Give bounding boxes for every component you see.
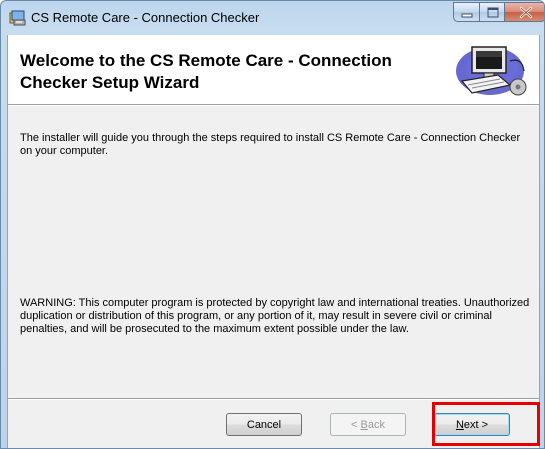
maximize-icon (487, 7, 499, 18)
minimize-icon (461, 13, 473, 18)
next-label-rest: ext > (463, 418, 489, 431)
close-button[interactable] (504, 2, 544, 22)
window-title: CS Remote Care - Connection Checker (31, 10, 260, 25)
installer-app-icon (9, 10, 26, 26)
cancel-button[interactable]: Cancel (226, 413, 302, 436)
close-icon (519, 6, 533, 19)
wizard-banner: Welcome to the CS Remote Care - Connecti… (8, 35, 539, 105)
maximize-button[interactable] (479, 2, 505, 22)
copyright-warning: WARNING: This computer program is protec… (20, 297, 530, 335)
back-button[interactable]: < Back (330, 413, 406, 436)
wizard-heading: Welcome to the CS Remote Care - Connecti… (20, 51, 392, 92)
back-prefix: < (351, 418, 361, 431)
intro-text: The installer will guide you through the… (20, 132, 521, 157)
installer-window: CS Remote Care - Connection Checker Welc… (0, 0, 545, 449)
back-accelerator: B (360, 418, 368, 431)
next-button[interactable]: Next > (434, 413, 510, 436)
button-separator (8, 398, 539, 400)
next-accelerator: N (455, 418, 464, 431)
title-bar[interactable]: CS Remote Care - Connection Checker (1, 1, 544, 35)
computer-setup-icon (456, 46, 527, 96)
minimize-button[interactable] (453, 2, 480, 22)
back-label-rest: ack (367, 418, 385, 431)
cancel-label: Cancel (246, 418, 282, 431)
wizard-body: Welcome to the CS Remote Care - Connecti… (7, 35, 540, 448)
